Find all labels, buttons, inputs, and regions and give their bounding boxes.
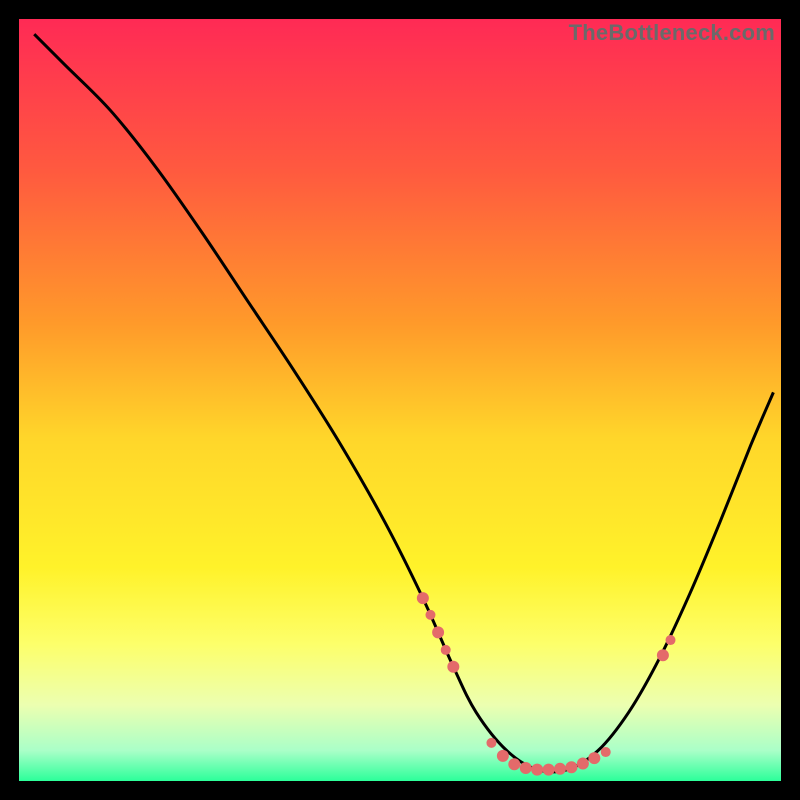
marker-dot [565, 761, 577, 773]
gradient-background [19, 19, 781, 781]
watermark-text: TheBottleneck.com [569, 20, 775, 46]
marker-dot [425, 610, 435, 620]
marker-dot [601, 747, 611, 757]
marker-dot [543, 764, 555, 776]
chart-frame: TheBottleneck.com [19, 19, 781, 781]
marker-dot [531, 764, 543, 776]
chart-plot [19, 19, 781, 781]
marker-dot [417, 592, 429, 604]
marker-dot [497, 750, 509, 762]
marker-dot [588, 752, 600, 764]
marker-dot [520, 762, 532, 774]
marker-dot [486, 738, 496, 748]
marker-dot [432, 626, 444, 638]
marker-dot [508, 758, 520, 770]
marker-dot [554, 763, 566, 775]
marker-dot [447, 661, 459, 673]
marker-dot [657, 649, 669, 661]
marker-dot [577, 757, 589, 769]
marker-dot [666, 635, 676, 645]
marker-dot [441, 645, 451, 655]
